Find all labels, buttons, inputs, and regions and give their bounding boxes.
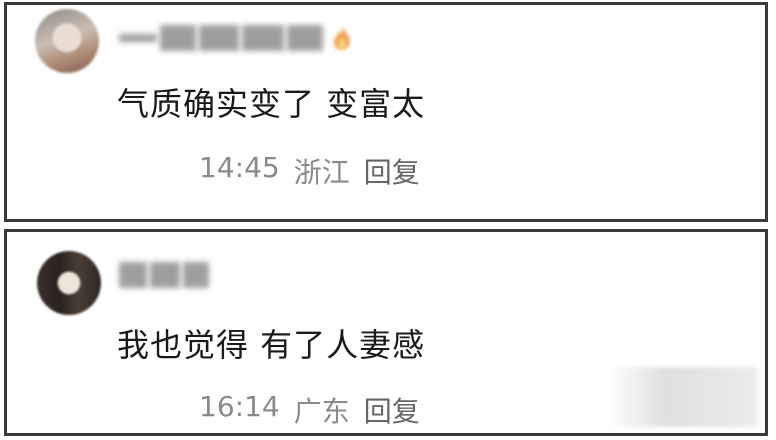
comment-card: 我也觉得 有了人妻感 16:14 广东 回复	[4, 229, 768, 436]
comment-card: 气质确实变了 变富太 14:45 浙江 回复	[4, 2, 768, 222]
comment-location: 浙江	[293, 156, 350, 189]
comment-text: 我也觉得 有了人妻感	[117, 326, 426, 364]
comment-time: 16:14	[199, 390, 280, 423]
comment-location: 广东	[293, 395, 350, 428]
username-blurred[interactable]	[119, 262, 209, 288]
reply-button[interactable]: 回复	[364, 390, 420, 430]
reply-button[interactable]: 回复	[364, 151, 420, 191]
fire-icon	[334, 26, 350, 50]
comment-meta: 16:14 广东 回复	[199, 390, 420, 430]
avatar[interactable]	[35, 9, 99, 73]
username-blurred[interactable]	[119, 25, 354, 51]
watermark-blurred	[607, 367, 757, 427]
comment-meta: 14:45 浙江 回复	[199, 151, 420, 191]
comment-time: 14:45	[199, 151, 280, 184]
comment-text: 气质确实变了 变富太	[117, 85, 426, 123]
avatar[interactable]	[37, 251, 101, 315]
